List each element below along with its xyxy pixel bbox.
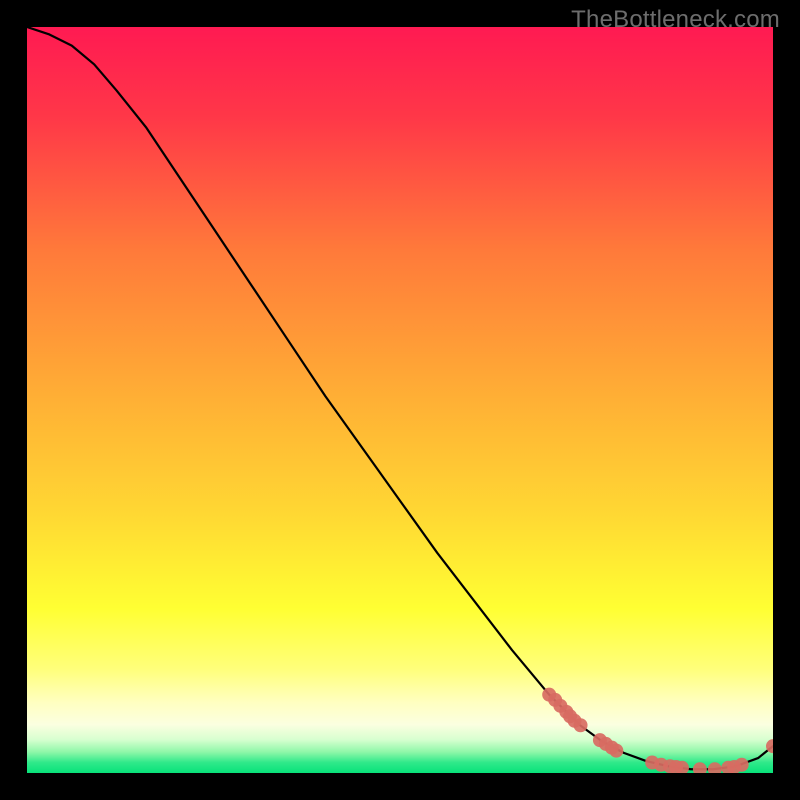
data-point (735, 758, 749, 772)
plot-area (27, 27, 773, 773)
chart-svg (27, 27, 773, 773)
data-point (609, 744, 623, 758)
data-point (574, 718, 588, 732)
chart-container: TheBottleneck.com (0, 0, 800, 800)
